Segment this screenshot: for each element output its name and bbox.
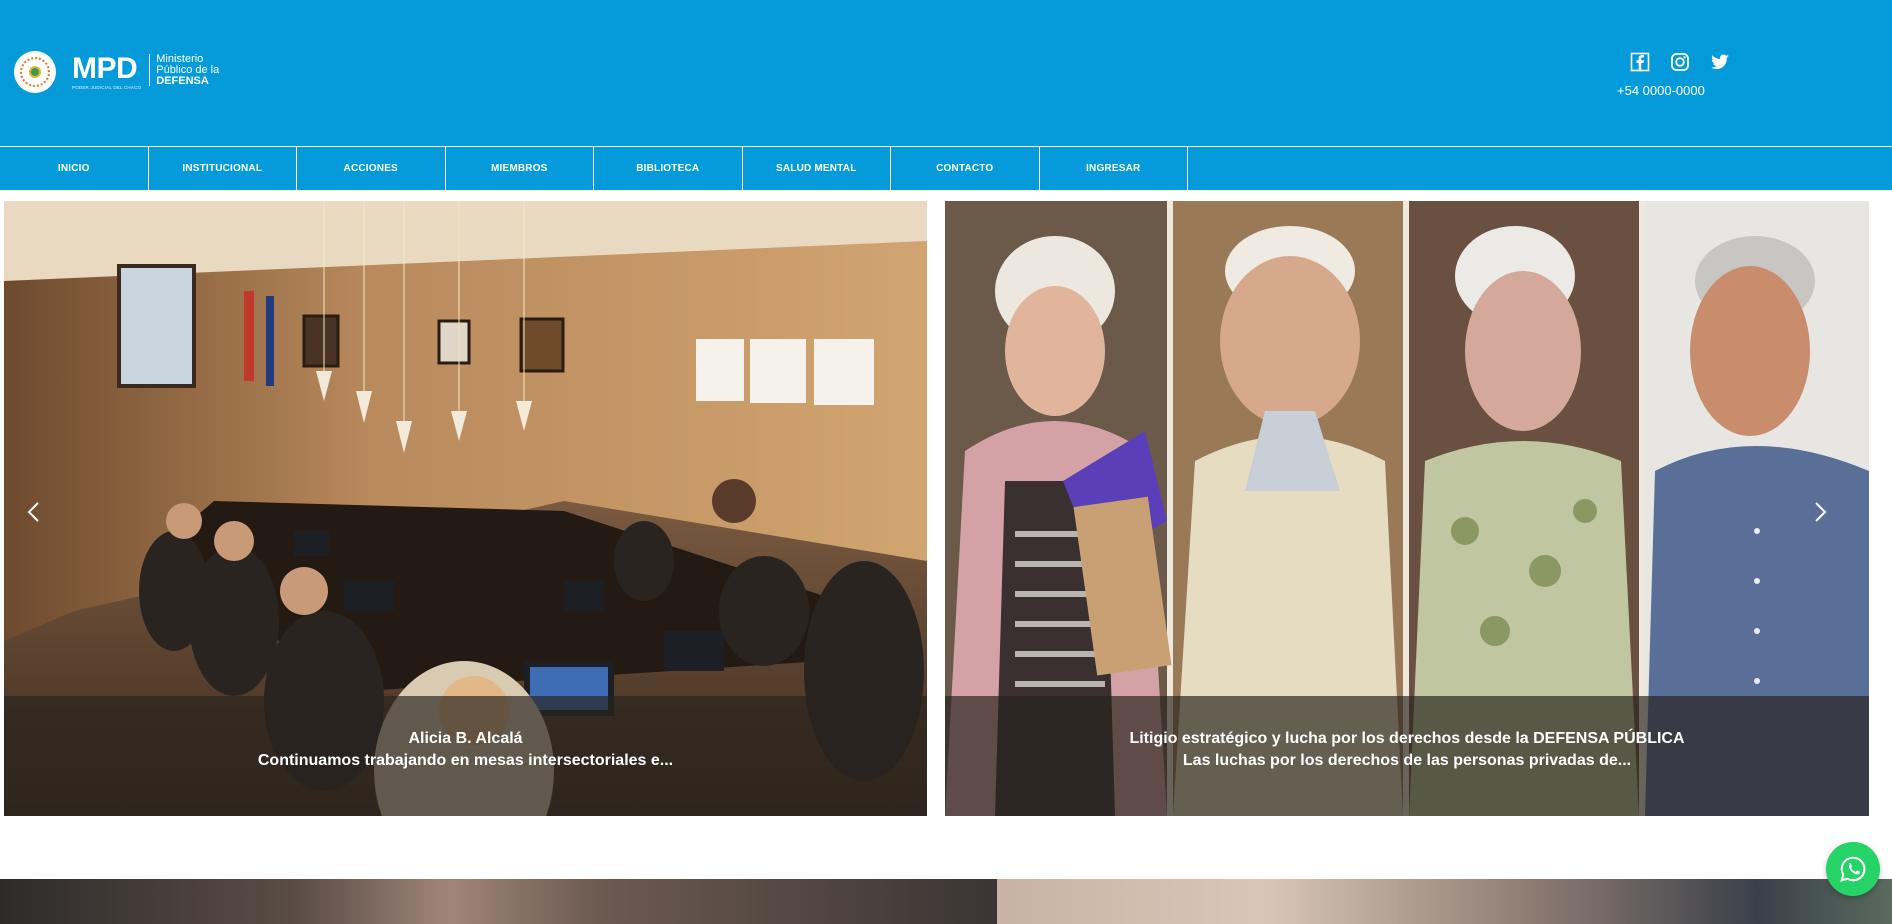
whatsapp-button[interactable] bbox=[1826, 842, 1880, 896]
nav-item-salud-mental[interactable]: SALUD MENTAL bbox=[743, 147, 891, 190]
logo-abbrev: MPD bbox=[72, 51, 138, 85]
logo-name-line3: DEFENSA bbox=[156, 74, 209, 87]
chevron-right-icon[interactable] bbox=[1808, 500, 1832, 524]
site-header: MPD PODER JUDICIAL DEL CHACO Ministerio … bbox=[0, 0, 1892, 146]
instagram-icon[interactable] bbox=[1670, 52, 1690, 72]
facebook-icon[interactable] bbox=[1630, 52, 1650, 72]
slide-caption: Alicia B. Alcalá Continuamos trabajando … bbox=[4, 696, 927, 816]
section-image-right bbox=[997, 879, 1892, 924]
slide-caption: Litigio estratégico y lucha por los dere… bbox=[945, 696, 1869, 816]
seal-icon bbox=[14, 51, 56, 93]
section-image-left bbox=[0, 879, 997, 924]
news-slide-2[interactable]: Litigio estratégico y lucha por los dere… bbox=[945, 201, 1869, 816]
nav-item-institucional[interactable]: INSTITUCIONAL bbox=[149, 147, 297, 190]
slide-title[interactable]: Litigio estratégico y lucha por los dere… bbox=[1129, 728, 1684, 750]
nav-item-contacto[interactable]: CONTACTO bbox=[891, 147, 1040, 190]
nav-item-acciones[interactable]: ACCIONES bbox=[297, 147, 446, 190]
news-slide-1[interactable]: Alicia B. Alcalá Continuamos trabajando … bbox=[4, 201, 927, 816]
whatsapp-icon bbox=[1840, 856, 1866, 882]
nav-item-miembros[interactable]: MIEMBROS bbox=[446, 147, 594, 190]
chevron-left-icon[interactable] bbox=[22, 500, 46, 524]
social-links bbox=[1630, 52, 1730, 72]
logo-subline: PODER JUDICIAL DEL CHACO bbox=[72, 84, 142, 90]
slide-excerpt: Continuamos trabajando en mesas intersec… bbox=[257, 752, 674, 769]
slide-excerpt: Las luchas por los derechos de las perso… bbox=[1182, 752, 1632, 769]
nav-item-ingresar[interactable]: INGRESAR bbox=[1040, 147, 1188, 190]
nav-item-biblioteca[interactable]: BIBLIOTECA bbox=[594, 147, 743, 190]
slide-title[interactable]: Alicia B. Alcalá bbox=[408, 728, 522, 750]
site-logo[interactable]: MPD PODER JUDICIAL DEL CHACO Ministerio … bbox=[14, 51, 219, 93]
logo-divider bbox=[149, 53, 151, 86]
twitter-icon[interactable] bbox=[1710, 52, 1730, 72]
phone-number[interactable]: +54 0000-0000 bbox=[1617, 83, 1705, 98]
nav-item-inicio[interactable]: INICIO bbox=[0, 147, 149, 190]
logo-name-line2: Público de la bbox=[156, 63, 220, 76]
main-nav: INICIO INSTITUCIONAL ACCIONES MIEMBROS B… bbox=[0, 146, 1892, 190]
next-section-preview bbox=[0, 879, 1892, 924]
logo-name-line1: Ministerio bbox=[156, 52, 204, 65]
